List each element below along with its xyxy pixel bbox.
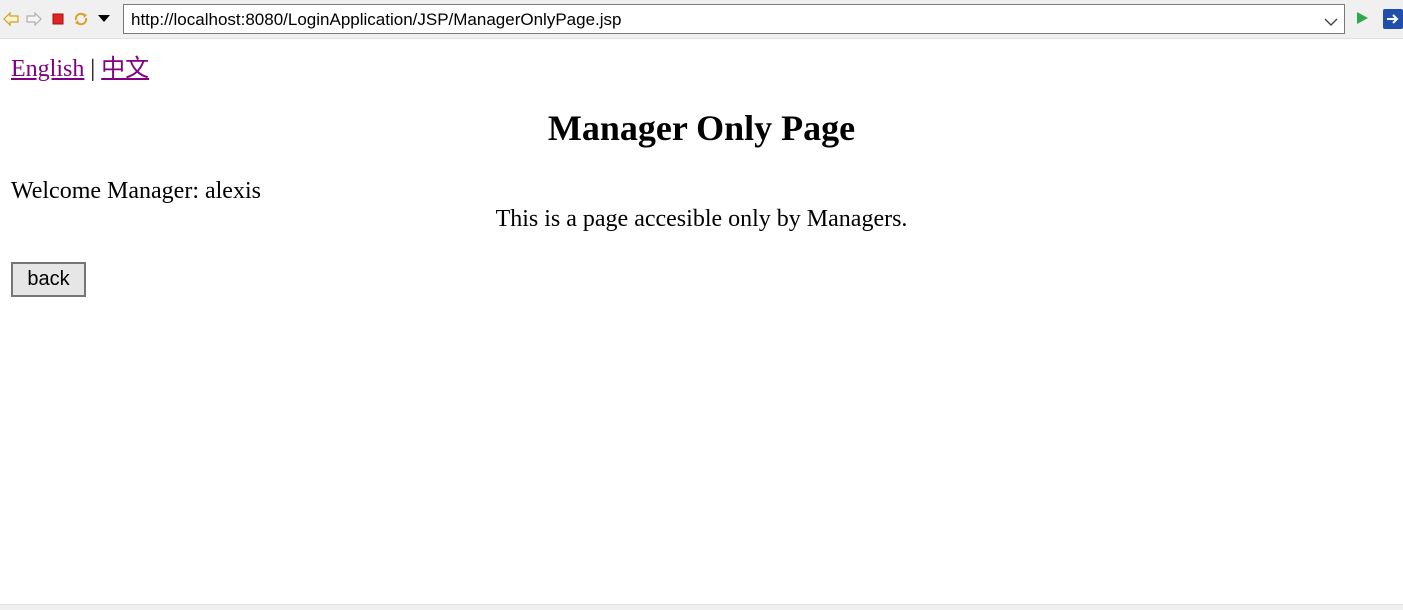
welcome-text: Welcome Manager: alexis bbox=[11, 178, 261, 204]
access-note: This is a page accesible only by Manager… bbox=[495, 206, 908, 232]
language-separator: | bbox=[90, 56, 96, 82]
chinese-link[interactable]: 中文 bbox=[101, 56, 149, 82]
chevron-down-icon[interactable] bbox=[1324, 14, 1338, 26]
dropdown-icon[interactable] bbox=[96, 11, 112, 27]
go-icon[interactable] bbox=[1355, 11, 1371, 27]
external-browser-icon[interactable] bbox=[1383, 9, 1403, 29]
page-title: Manager Only Page bbox=[547, 108, 856, 148]
forward-arrow-icon[interactable] bbox=[26, 11, 42, 27]
stop-icon[interactable] bbox=[50, 11, 66, 27]
refresh-icon[interactable] bbox=[73, 11, 89, 27]
address-bar[interactable]: http://localhost:8080/LoginApplication/J… bbox=[123, 4, 1345, 34]
status-bar bbox=[0, 604, 1403, 610]
english-link[interactable]: English bbox=[11, 56, 84, 82]
back-button[interactable]: back bbox=[11, 262, 86, 297]
url-text[interactable]: http://localhost:8080/LoginApplication/J… bbox=[131, 10, 621, 30]
language-switcher: English | 中文 bbox=[11, 48, 149, 83]
browser-toolbar: http://localhost:8080/LoginApplication/J… bbox=[0, 0, 1403, 39]
back-arrow-icon[interactable] bbox=[3, 11, 19, 27]
